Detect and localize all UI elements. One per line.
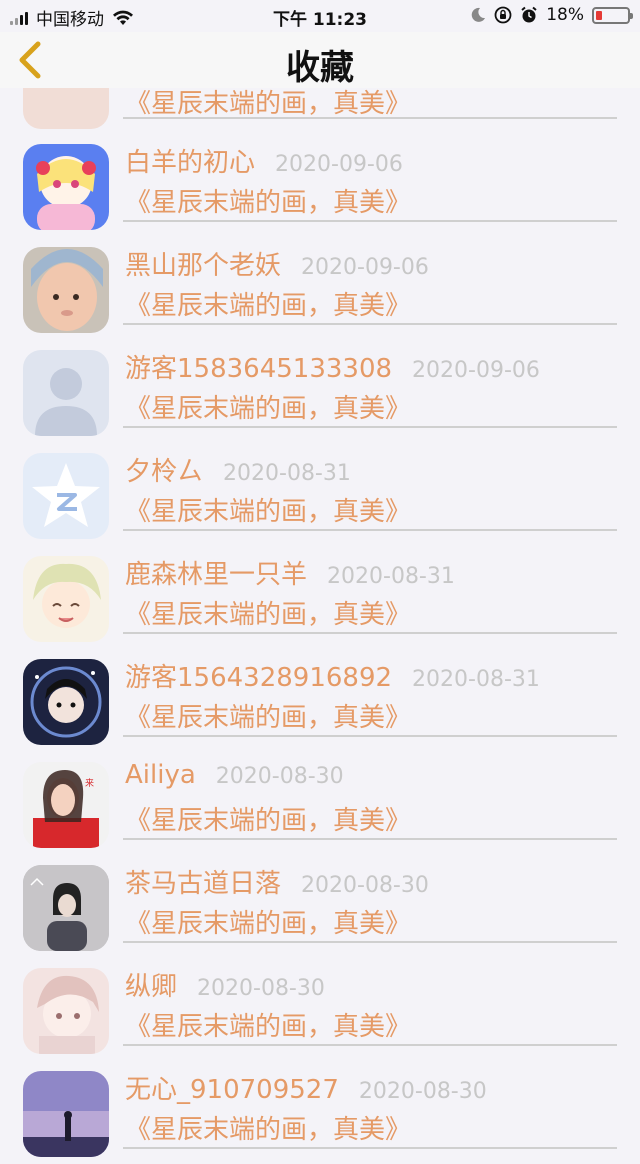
avatar[interactable] — [23, 1071, 109, 1157]
name-line: 游客1564328916892 2020-08-31 — [125, 657, 540, 694]
name-line: 黑山那个老妖 2020-09-06 — [125, 245, 429, 282]
page-title: 收藏 — [286, 48, 354, 88]
avatar[interactable] — [23, 247, 109, 333]
date-label: 2020-08-31 — [327, 564, 455, 589]
list-item[interactable]: 夕柃ㄙ 2020-08-31 《星辰末端的画，真美》 — [0, 443, 640, 546]
date-label: 2020-08-30 — [197, 976, 325, 1001]
date-label: 2020-08-31 — [223, 461, 351, 486]
alarm-icon — [521, 6, 537, 23]
list-item[interactable]: 黑山那个老妖 2020-09-06 《星辰末端的画，真美》 — [0, 237, 640, 340]
moon-icon — [471, 7, 486, 22]
date-label: 2020-08-30 — [358, 1079, 487, 1104]
date-label: 2020-09-06 — [412, 358, 540, 383]
avatar[interactable] — [23, 659, 109, 745]
battery-percent: 18% — [546, 5, 584, 25]
user-name[interactable]: 茶马古道日落 — [125, 863, 281, 900]
list-item[interactable]: 来 Ailiya 2020-08-30 《星辰末端的画，真美》 — [0, 752, 640, 855]
list-item[interactable]: 无心_910709527 2020-08-30 《星辰末端的画，真美》 — [0, 1061, 640, 1164]
divider — [123, 838, 617, 840]
name-line: 白羊的初心 2020-09-06 — [125, 142, 403, 179]
nav-bar: 收藏 — [0, 32, 640, 88]
user-name[interactable]: 游客1564328916892 — [125, 657, 392, 694]
battery-icon — [592, 6, 633, 24]
avatar[interactable] — [23, 968, 109, 1054]
name-line: 无心_910709527 2020-08-30 — [125, 1069, 487, 1106]
message-text[interactable]: 《星辰末端的画，真美》 — [125, 182, 411, 219]
message-text[interactable]: 《星辰末端的画，真美》 — [125, 388, 411, 425]
avatar[interactable] — [23, 556, 109, 642]
name-line: 茶马古道日落 2020-08-30 — [125, 863, 429, 900]
status-right: 18% — [470, 5, 633, 25]
name-line: 游客1583645133308 2020-09-06 — [125, 348, 540, 385]
message-text[interactable]: 《星辰末端的画，真美》 — [125, 903, 411, 940]
divider — [123, 632, 617, 634]
avatar[interactable] — [23, 144, 109, 230]
user-name[interactable]: 鹿森林里一只羊 — [125, 554, 307, 591]
divider — [123, 735, 617, 737]
name-line: 鹿森林里一只羊 2020-08-31 — [125, 554, 455, 591]
list-item[interactable]: 白羊的初心 2020-09-06 《星辰末端的画，真美》 — [0, 134, 640, 237]
message-text[interactable]: 《星辰末端的画，真美》 — [125, 594, 411, 631]
orientation-lock-icon — [494, 6, 512, 24]
divider — [123, 117, 617, 119]
favorites-list: 《星辰末端的画，真美》 白羊的初心 2020-09-06 《星辰末端的画，真美》 黑山那… — [0, 43, 640, 1164]
date-label: 2020-09-06 — [275, 152, 403, 177]
message-text[interactable]: 《星辰末端的画，真美》 — [125, 285, 411, 322]
message-text[interactable]: 《星辰末端的画，真美》 — [125, 697, 411, 734]
name-line: Ailiya 2020-08-30 — [125, 760, 344, 790]
date-label: 2020-08-30 — [215, 764, 344, 789]
message-text[interactable]: 《星辰末端的画，真美》 — [125, 491, 411, 528]
user-name[interactable]: 夕柃ㄙ — [125, 451, 203, 488]
avatar[interactable] — [23, 865, 109, 951]
user-name[interactable]: 无心_910709527 — [125, 1069, 339, 1106]
divider — [123, 220, 617, 222]
user-name[interactable]: 纵卿 — [125, 966, 177, 1003]
message-text[interactable]: 《星辰末端的画，真美》 — [125, 1109, 411, 1146]
date-label: 2020-08-31 — [412, 667, 540, 692]
name-line: 夕柃ㄙ 2020-08-31 — [125, 451, 351, 488]
divider — [123, 529, 617, 531]
list-item[interactable]: 茶马古道日落 2020-08-30 《星辰末端的画，真美》 — [0, 855, 640, 958]
list-item[interactable]: 纵卿 2020-08-30 《星辰末端的画，真美》 — [0, 958, 640, 1061]
avatar[interactable]: 来 — [23, 762, 109, 848]
user-name[interactable]: Ailiya — [125, 760, 196, 790]
status-bar: 中国移动 下午 11:23 18% — [0, 0, 640, 32]
message-text[interactable]: 《星辰末端的画，真美》 — [125, 1006, 411, 1043]
user-name[interactable]: 游客1583645133308 — [125, 348, 392, 385]
date-label: 2020-09-06 — [301, 255, 429, 280]
divider — [123, 941, 617, 943]
divider — [123, 1147, 617, 1149]
divider — [123, 426, 617, 428]
divider — [123, 1044, 617, 1046]
message-text[interactable]: 《星辰末端的画，真美》 — [125, 800, 411, 837]
list-item[interactable]: 鹿森林里一只羊 2020-08-31 《星辰末端的画，真美》 — [0, 546, 640, 649]
svg-text:来: 来 — [85, 778, 94, 789]
list-item[interactable]: 游客1583645133308 2020-09-06 《星辰末端的画，真美》 — [0, 340, 640, 443]
avatar[interactable] — [23, 453, 109, 539]
user-name[interactable]: 黑山那个老妖 — [125, 245, 281, 282]
name-line: 纵卿 2020-08-30 — [125, 966, 325, 1003]
divider — [123, 323, 617, 325]
avatar[interactable] — [23, 350, 109, 436]
date-label: 2020-08-30 — [301, 873, 429, 898]
list-item[interactable]: 游客1564328916892 2020-08-31 《星辰末端的画，真美》 — [0, 649, 640, 752]
user-name[interactable]: 白羊的初心 — [125, 142, 255, 179]
